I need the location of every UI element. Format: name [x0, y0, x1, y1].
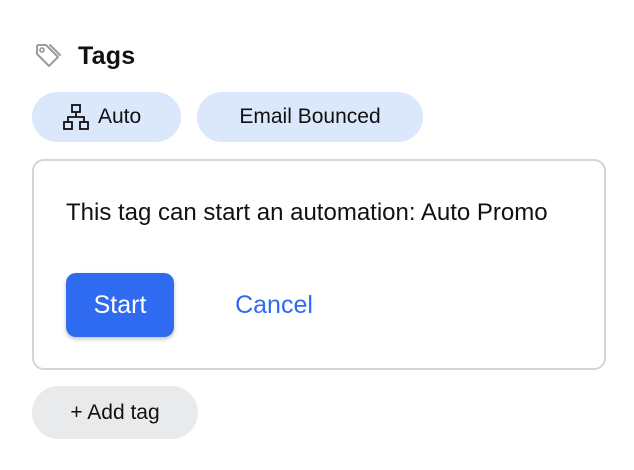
network-icon	[62, 103, 90, 131]
start-button[interactable]: Start	[66, 273, 174, 337]
tag-chip-label: Email Bounced	[239, 105, 381, 128]
tags-panel: Tags Auto Email Bounced This tag can sta…	[0, 0, 634, 470]
tag-icon	[32, 40, 64, 72]
tag-chip-label: Auto	[98, 105, 142, 128]
automation-prompt-card: This tag can start an automation: Auto P…	[32, 159, 606, 370]
tag-chip-auto[interactable]: Auto	[32, 92, 181, 142]
automation-prompt-message: This tag can start an automation: Auto P…	[66, 199, 548, 226]
tag-chip-email-bounced[interactable]: Email Bounced	[197, 92, 423, 142]
tags-title: Tags	[78, 41, 136, 70]
tag-list: Auto Email Bounced	[32, 92, 423, 142]
cancel-button[interactable]: Cancel	[214, 273, 334, 337]
tags-header: Tags	[32, 36, 135, 76]
add-tag-button[interactable]: + Add tag	[32, 386, 198, 439]
